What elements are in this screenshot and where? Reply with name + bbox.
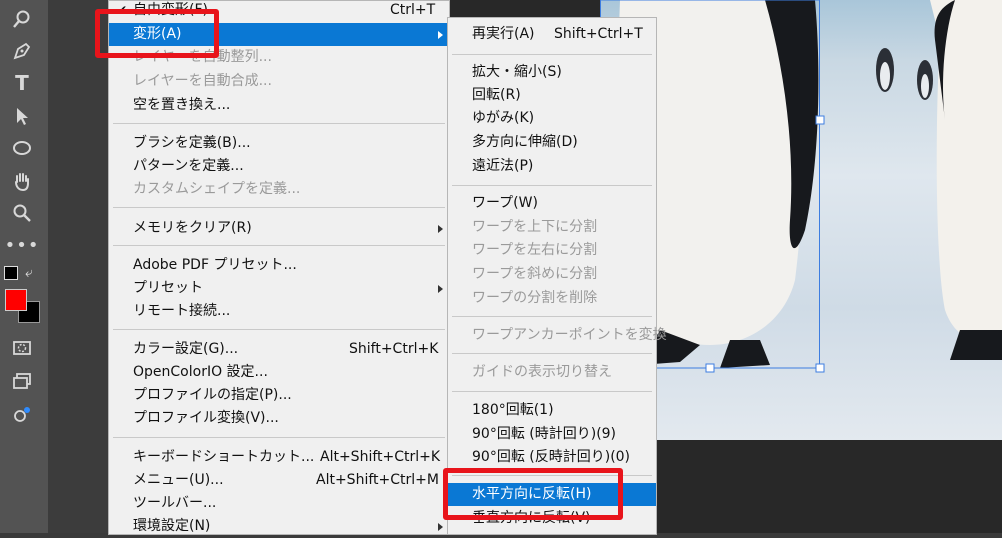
- swap-colors-icon[interactable]: ⤶: [25, 265, 33, 281]
- submenu-arrow-icon: [438, 523, 443, 531]
- menu-item-purge[interactable]: メモリをクリア(R): [109, 217, 449, 240]
- menu-separator: [452, 54, 652, 55]
- menu-item-pdf-presets[interactable]: Adobe PDF プリセット...: [109, 254, 449, 277]
- transform-submenu: 再実行(A) Shift+Ctrl+T 拡大・縮小(S) 回転(R) ゆがみ(K…: [447, 17, 667, 535]
- share-icon[interactable]: [9, 402, 35, 428]
- submenu-item-rotate-90-cw[interactable]: 90°回転 (時計回り)(9): [448, 423, 656, 446]
- menu-separator: [452, 391, 652, 392]
- submenu-arrow-icon: [438, 225, 443, 233]
- menu-separator: [113, 245, 445, 246]
- menu-separator: [452, 316, 652, 317]
- menu-item-sky-replace[interactable]: 空を置き換え...: [109, 94, 449, 117]
- submenu-item-perspective[interactable]: 遠近法(P): [448, 155, 656, 178]
- callout-flip-horizontal: [443, 468, 623, 520]
- submenu-item-warp-split-diagonal[interactable]: ワープを斜めに分割: [448, 263, 656, 286]
- tools-panel: T ••• ⤶: [0, 0, 49, 533]
- submenu-arrow-icon: [438, 285, 443, 293]
- menu-separator: [452, 353, 652, 354]
- menu-separator: [452, 185, 652, 186]
- submenu-item-skew[interactable]: ゆがみ(K): [448, 107, 656, 130]
- submenu-item-again[interactable]: 再実行(A) Shift+Ctrl+T: [448, 23, 656, 46]
- submenu-item-warp-remove-split[interactable]: ワープの分割を削除: [448, 287, 656, 310]
- submenu-item-scale[interactable]: 拡大・縮小(S): [448, 61, 656, 84]
- default-colors-icon[interactable]: [4, 266, 18, 280]
- submenu-item-warp[interactable]: ワープ(W): [448, 192, 656, 215]
- foreground-color-swatch[interactable]: [5, 289, 27, 311]
- zoom-tool-icon[interactable]: [9, 6, 35, 32]
- submenu-item-rotate-90-ccw[interactable]: 90°回転 (反時計回り)(0): [448, 446, 656, 469]
- type-icon[interactable]: T: [9, 70, 35, 96]
- pen-icon[interactable]: [9, 38, 35, 64]
- menu-item-keyboard-shortcuts[interactable]: キーボードショートカット... Alt+Shift+Ctrl+K: [109, 446, 449, 469]
- menu-item-toolbar[interactable]: ツールバー...: [109, 492, 449, 515]
- menu-item-define-shape[interactable]: カスタムシェイプを定義...: [109, 178, 449, 201]
- submenu-item-rotate-180[interactable]: 180°回転(1): [448, 399, 656, 422]
- menu-item-opencolorio[interactable]: OpenColorIO 設定...: [109, 361, 449, 384]
- zoom-icon[interactable]: [9, 200, 35, 226]
- screen-mode-icon[interactable]: [9, 368, 35, 394]
- menu-separator: [113, 123, 445, 124]
- submenu-item-distort[interactable]: 多方向に伸縮(D): [448, 131, 656, 154]
- submenu-item-convert-warp-anchor[interactable]: ワープアンカーポイントを変換: [448, 324, 667, 347]
- menu-separator: [113, 437, 445, 438]
- menu-item-assign-profile[interactable]: プロファイルの指定(P)...: [109, 384, 449, 407]
- hand-icon[interactable]: [9, 168, 35, 194]
- menu-item-convert-profile[interactable]: プロファイル変換(V)...: [109, 407, 449, 430]
- menu-item-auto-blend[interactable]: レイヤーを自動合成...: [109, 70, 449, 93]
- menu-item-remote-connections[interactable]: リモート接続...: [109, 300, 449, 323]
- edit-menu: ✔ 自由変形(F) Ctrl+T 変形(A) レイヤーを自動整列... レイヤー…: [108, 0, 450, 535]
- menu-item-color-settings[interactable]: カラー設定(G)... Shift+Ctrl+K: [109, 338, 449, 361]
- submenu-arrow-icon: [438, 31, 443, 39]
- menu-item-define-pattern[interactable]: パターンを定義...: [109, 155, 449, 178]
- panel-gap: [48, 0, 108, 533]
- quick-mask-icon[interactable]: [9, 335, 35, 361]
- submenu-item-rotate[interactable]: 回転(R): [448, 84, 656, 107]
- menu-separator: [113, 329, 445, 330]
- penguin-photo[interactable]: [600, 0, 1002, 440]
- submenu-item-toggle-guides[interactable]: ガイドの表示切り替え: [448, 361, 656, 384]
- submenu-item-warp-split-horizontal[interactable]: ワープを左右に分割: [448, 239, 656, 262]
- more-icon[interactable]: •••: [5, 232, 39, 258]
- submenu-item-warp-split-vertical[interactable]: ワープを上下に分割: [448, 216, 656, 239]
- menu-item-presets[interactable]: プリセット: [109, 277, 449, 300]
- menu-item-menus[interactable]: メニュー(U)... Alt+Shift+Ctrl+M: [109, 469, 449, 492]
- path-select-icon[interactable]: [9, 103, 35, 129]
- callout-transform: [95, 9, 219, 58]
- ellipse-icon[interactable]: [9, 135, 35, 161]
- menu-separator: [113, 207, 445, 208]
- menu-item-define-brush[interactable]: ブラシを定義(B)...: [109, 132, 449, 155]
- menu-item-preferences[interactable]: 環境設定(N): [109, 515, 449, 538]
